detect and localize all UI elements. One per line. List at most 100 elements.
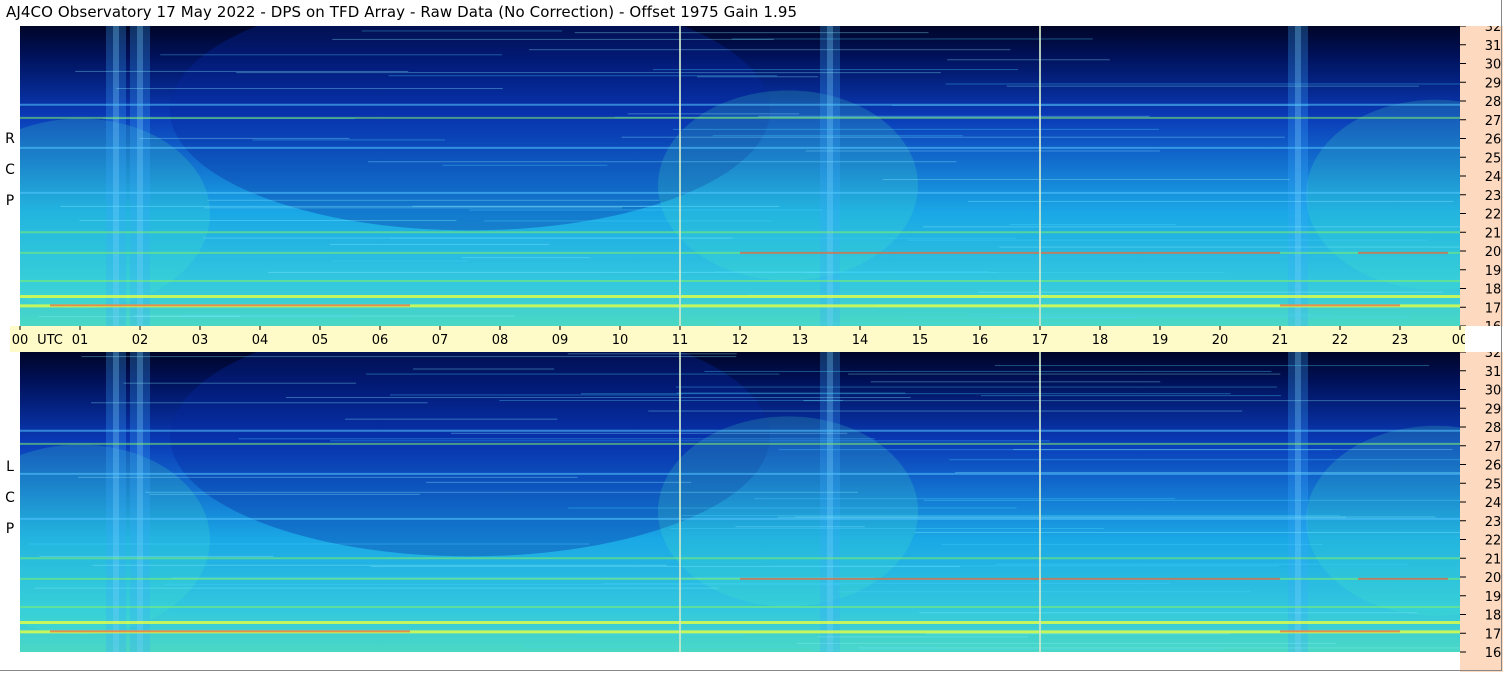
interference-band <box>20 295 1460 298</box>
noise-line <box>388 75 778 77</box>
utc-time-axis: 00 01 02 03 04 05 06 07 08 09 10 11 12 13 14 15 16 17 18 19… <box>10 326 1496 352</box>
noise-line <box>164 584 841 586</box>
noise-line <box>412 205 661 207</box>
utc-tick-label: 05 <box>312 333 329 348</box>
interference-band <box>20 103 1460 106</box>
mhz-tick-label: 21 <box>1485 552 1502 567</box>
mhz-tick-label: 30 <box>1485 384 1502 399</box>
panel-label-letter: L <box>6 459 14 475</box>
mhz-tick-label: 29 <box>1485 402 1502 417</box>
noise-line <box>528 49 1011 51</box>
utc-tick-label: 09 <box>552 333 569 348</box>
noise-line <box>330 440 1050 442</box>
noise-line <box>567 353 737 355</box>
noise-line <box>1009 223 1177 225</box>
noise-line <box>81 356 737 358</box>
time-marker-line <box>679 352 681 652</box>
noise-line <box>144 491 858 493</box>
mhz-tick-label: 16 <box>1485 646 1502 661</box>
noise-line <box>926 633 1230 635</box>
noise-line <box>34 587 719 589</box>
interference-band <box>20 472 1460 475</box>
mhz-tick-label: 27 <box>1485 114 1502 129</box>
noise-line <box>461 257 591 259</box>
utc-tick-label: 14 <box>852 333 869 348</box>
time-marker-line <box>1039 352 1041 652</box>
noise-line <box>426 481 692 483</box>
time-marker-line <box>1039 26 1041 326</box>
utc-tick-label: 02 <box>132 333 149 348</box>
mhz-tick-label: 29 <box>1485 76 1502 91</box>
noise-line <box>568 507 1017 509</box>
noise-line <box>676 392 906 394</box>
frequency-axis-rcp-svg: 32 31 30 29 28 27 26 25 24 23 22 21 20 19 18 17 16 <box>1460 20 1502 335</box>
mhz-tick-label: 24 <box>1485 496 1502 511</box>
noise-line <box>858 647 1460 649</box>
noise-line <box>923 499 1460 501</box>
noise-line <box>368 161 957 163</box>
noise-line <box>652 69 1018 71</box>
panel-label-letter: P <box>5 193 15 209</box>
noise-line <box>947 59 1110 61</box>
noise-line <box>603 582 1170 584</box>
noise-line <box>803 400 1460 402</box>
noise-line <box>621 136 1285 138</box>
noise-line <box>329 243 550 245</box>
noise-line <box>968 314 1332 316</box>
noise-line <box>79 219 457 221</box>
mhz-tick-label: 25 <box>1485 151 1502 166</box>
noise-line <box>139 137 350 139</box>
interference-spike <box>1358 251 1448 254</box>
noise-line <box>181 315 353 317</box>
mhz-tick-label: 22 <box>1485 208 1502 223</box>
noise-line <box>207 199 660 201</box>
noise-line <box>980 395 1282 397</box>
utc-tick-label: 06 <box>372 333 389 348</box>
noise-line <box>116 88 503 90</box>
noise-line <box>149 493 421 495</box>
noise-line <box>160 54 502 56</box>
mhz-tick-label: 22 <box>1485 534 1502 549</box>
utc-tick-label: 12 <box>732 333 749 348</box>
interference-band <box>20 191 1460 194</box>
utc-tick-label: 20 <box>1212 333 1229 348</box>
noise-line <box>923 226 1460 228</box>
panel-label-rcp: R C P <box>0 124 20 217</box>
noise-line <box>810 648 1223 650</box>
noise-line <box>92 564 667 566</box>
time-marker-line <box>679 26 681 326</box>
noise-line <box>712 135 963 137</box>
noise-line <box>777 516 1346 518</box>
noise-line <box>838 591 1251 593</box>
mhz-tick-label: 27 <box>1485 440 1502 455</box>
noise-line <box>523 646 937 648</box>
rcp-spectrogram <box>20 26 1460 326</box>
interference-spike <box>740 251 1280 254</box>
interference-band <box>20 517 1460 520</box>
mhz-tick-label: 19 <box>1485 590 1502 605</box>
interference-band <box>20 557 1460 560</box>
noise-line <box>675 386 1278 388</box>
interference-band <box>20 280 1460 282</box>
noise-line <box>735 526 865 528</box>
frequency-axis-lcp-svg: 32 31 30 29 28 27 26 25 24 23 22 21 20 19 18 17 16 <box>1460 346 1502 661</box>
utc-time-axis-svg: 00 01 02 03 04 05 06 07 08 09 10 11 12 13 14 15 16 17 18 19… <box>12 326 1496 348</box>
interference-band <box>20 231 1460 234</box>
noise-line <box>848 373 1281 375</box>
interference-spike <box>1280 630 1400 633</box>
mhz-tick-label: 31 <box>1485 365 1502 380</box>
noise-line <box>753 498 1176 500</box>
noise-line <box>978 291 1443 293</box>
mhz-tick-label: 20 <box>1485 245 1502 260</box>
panel-label-letter: C <box>5 162 15 178</box>
noise-line <box>907 239 1428 241</box>
frequency-axis-rcp: 32 31 30 29 28 27 26 25 24 23 22 21 20 19 18 17 16 <box>1460 20 1503 335</box>
noise-line <box>286 397 911 399</box>
noise-line <box>994 365 1430 367</box>
noise-line <box>770 565 1280 567</box>
interference-spike <box>740 577 1280 580</box>
mhz-tick-label: 32 <box>1485 26 1502 35</box>
noise-line <box>1013 449 1453 451</box>
utc-tick-label: 08 <box>492 333 509 348</box>
panel-label-letter: C <box>5 490 15 506</box>
